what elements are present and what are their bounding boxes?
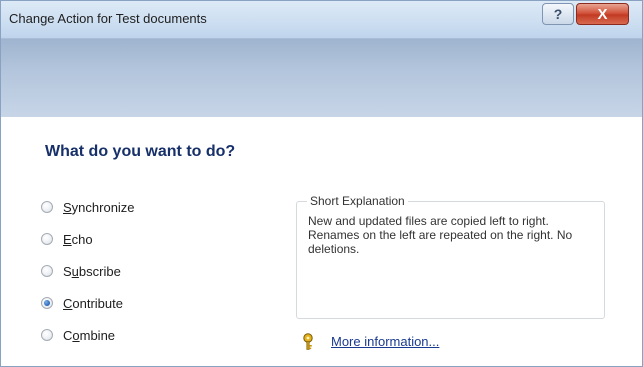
window-title: Change Action for Test documents: [9, 11, 207, 26]
page-heading: What do you want to do?: [45, 143, 236, 160]
option-label: Echo: [63, 231, 93, 247]
header-banner: [1, 39, 642, 117]
option-label: Synchronize: [63, 199, 135, 215]
radio-contribute[interactable]: [41, 297, 53, 309]
option-subscribe[interactable]: Subscribe: [41, 261, 181, 281]
close-icon: X: [597, 5, 608, 23]
option-label: Subscribe: [63, 263, 121, 279]
option-contribute[interactable]: Contribute: [41, 293, 181, 313]
explanation-title: Short Explanation: [307, 194, 408, 208]
dialog-window: Change Action for Test documents ? X Wha…: [0, 0, 643, 367]
radio-echo[interactable]: [41, 233, 53, 245]
option-label: Combine: [63, 327, 116, 343]
help-button[interactable]: ?: [542, 3, 574, 25]
close-button[interactable]: X: [576, 3, 629, 25]
option-label: Contribute: [63, 295, 123, 311]
key-help-icon: [303, 333, 313, 350]
radio-subscribe[interactable]: [41, 265, 53, 277]
option-echo[interactable]: Echo: [41, 229, 181, 249]
help-icon: ?: [553, 6, 563, 22]
option-combine[interactable]: Combine: [41, 325, 181, 345]
radio-synchronize[interactable]: [41, 201, 53, 213]
radio-combine[interactable]: [41, 329, 53, 341]
more-information-link[interactable]: More information...: [331, 334, 439, 349]
option-synchronize[interactable]: Synchronize: [41, 197, 181, 217]
explanation-text: New and updated files are copied left to…: [308, 214, 573, 256]
title-bar: Change Action for Test documents ? X: [1, 1, 642, 39]
